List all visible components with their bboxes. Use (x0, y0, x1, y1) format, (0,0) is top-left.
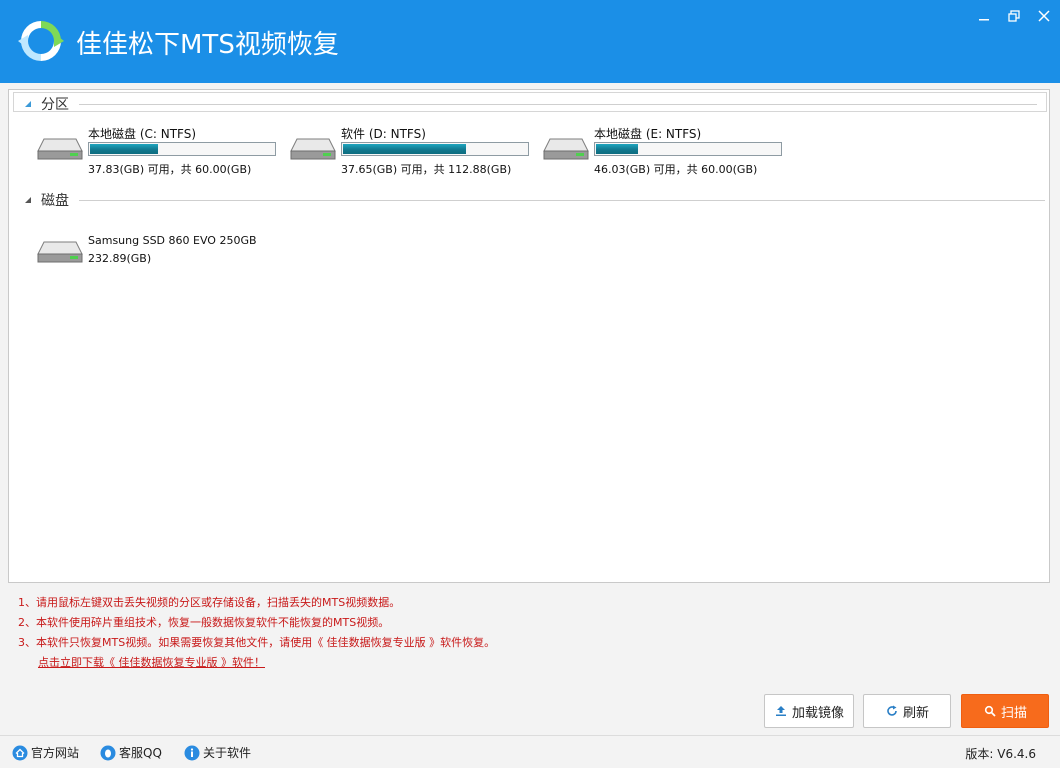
disk-name: Samsung SSD 860 EVO 250GB (88, 234, 257, 247)
maximize-button[interactable] (1002, 6, 1026, 26)
about-software-link[interactable]: 关于软件 (184, 744, 251, 761)
usage-bar (594, 142, 782, 156)
partition-d[interactable]: 软件 (D: NTFS) 37.65(GB) 可用，共 112.88(GB) (289, 125, 539, 176)
hard-disk-icon (543, 138, 589, 160)
partition-section-label: 分区 (41, 97, 69, 113)
close-button[interactable] (1032, 6, 1056, 26)
notice-line: 2、本软件使用碎片重组技术，恢复一般数据恢复软件不能恢复的MTS视频。 (18, 616, 390, 629)
collapse-triangle-icon (21, 97, 35, 111)
disk-size: 232.89(GB) (88, 252, 152, 265)
search-icon (983, 704, 997, 718)
section-divider (79, 200, 1045, 201)
notice-line: 3、本软件只恢复MTS视频。如果需要恢复其他文件，请使用《 佳佳数据恢复专业版 … (18, 636, 496, 649)
partition-free-space: 37.65(GB) 可用，共 112.88(GB) (341, 163, 512, 176)
scan-label: 扫描 (1000, 705, 1027, 721)
app-title: 佳佳松下MTS视频恢复 (76, 30, 339, 60)
usage-bar (88, 142, 276, 156)
partition-name: 本地磁盘 (C: NTFS) (88, 127, 197, 141)
refresh-button[interactable]: 刷新 (863, 694, 951, 728)
usage-bar (341, 142, 529, 156)
customer-service-qq-link[interactable]: 客服QQ (100, 744, 162, 761)
refresh-icon (885, 704, 899, 718)
usage-bar-fill (343, 144, 467, 154)
scan-button[interactable]: 扫描 (961, 694, 1049, 728)
info-icon (184, 745, 200, 760)
logo-icon (18, 21, 64, 61)
official-website-link[interactable]: 官方网站 (12, 744, 79, 761)
hard-disk-icon (37, 241, 83, 263)
partition-e[interactable]: 本地磁盘 (E: NTFS) 46.03(GB) 可用，共 60.00(GB) (542, 125, 792, 176)
disk-samsung-ssd[interactable]: Samsung SSD 860 EVO 250GB 232.89(GB) (36, 230, 296, 278)
partition-section-header[interactable]: 分区 (21, 94, 69, 114)
download-pro-link[interactable]: 点击立即下载《 佳佳数据恢复专业版 》软件！ (38, 654, 265, 670)
qq-icon (100, 745, 116, 760)
customer-service-qq-label: 客服QQ (119, 746, 162, 760)
partition-free-space: 46.03(GB) 可用，共 60.00(GB) (594, 163, 758, 176)
status-footer: 官方网站 客服QQ 关于软件 版本: V6.4.6 (0, 735, 1060, 768)
maximize-icon (1008, 10, 1020, 22)
partition-c[interactable]: 本地磁盘 (C: NTFS) 37.83(GB) 可用，共 60.00(GB) (36, 125, 286, 176)
close-icon (1038, 10, 1050, 22)
load-image-button[interactable]: 加载镜像 (764, 694, 854, 728)
drive-list-panel: 分区 本地磁盘 (C: NTFS) 37.83(GB) 可用，共 60.00(G… (8, 89, 1050, 583)
partition-free-space: 37.83(GB) 可用，共 60.00(GB) (88, 163, 252, 176)
section-divider (79, 104, 1037, 105)
about-software-label: 关于软件 (203, 746, 252, 760)
usage-bar-fill (596, 144, 639, 154)
notice-line: 1、请用鼠标左键双击丢失视频的分区或存储设备，扫描丢失的MTS视频数据。 (18, 596, 401, 609)
hard-disk-icon (290, 138, 336, 160)
hard-disk-icon (37, 138, 83, 160)
home-icon (12, 745, 28, 760)
minimize-button[interactable] (972, 6, 996, 26)
upload-icon (774, 704, 788, 718)
disk-section-label: 磁盘 (41, 193, 69, 209)
disk-section-header[interactable]: 磁盘 (21, 190, 69, 210)
minimize-icon (979, 19, 989, 21)
collapse-triangle-icon (21, 193, 35, 207)
partition-section-frame (13, 92, 1047, 112)
partition-name: 软件 (D: NTFS) (341, 127, 426, 141)
official-website-label: 官方网站 (31, 746, 80, 760)
partition-name: 本地磁盘 (E: NTFS) (594, 127, 702, 141)
usage-bar-fill (90, 144, 159, 154)
refresh-label: 刷新 (902, 705, 929, 721)
version-label: 版本: V6.4.6 (965, 747, 1036, 761)
title-bar: 佳佳松下MTS视频恢复 (0, 0, 1060, 83)
load-image-label: 加载镜像 (791, 705, 844, 721)
